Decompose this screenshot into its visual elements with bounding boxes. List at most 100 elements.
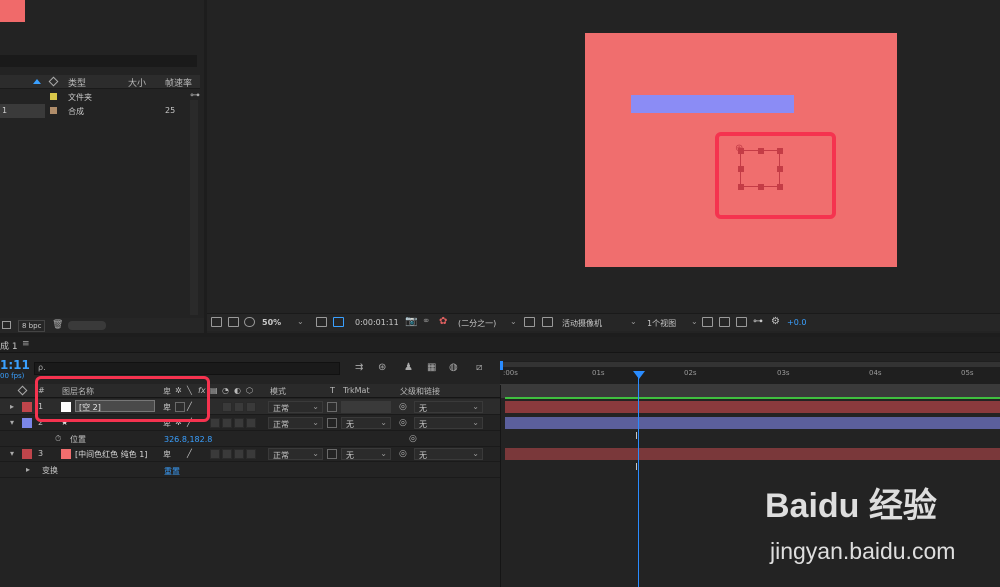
track-matte-select[interactable]: 无 ⌄ [341,448,391,460]
comp-settings-icon[interactable] [2,321,11,329]
monitor-icon[interactable] [228,317,239,327]
chevron-down-icon[interactable]: ⌄ [691,317,698,326]
views-select[interactable]: 1个视图 [647,318,676,329]
camera-select[interactable]: 活动摄像机 [562,318,602,329]
layer-bar-1[interactable] [505,401,1000,413]
zoom-select[interactable]: 50% [262,318,281,327]
track-matte-select[interactable] [341,401,391,413]
timeline-icon[interactable] [736,317,747,327]
parent-select[interactable]: 无 ⌄ [414,401,483,413]
transform-handle[interactable] [777,166,783,172]
parent-select[interactable]: 无 ⌄ [414,448,483,460]
preserve-transparency-checkbox[interactable] [327,402,337,412]
blend-mode-select[interactable]: 正常 ⌄ [268,417,323,429]
transform-handle[interactable] [738,166,744,172]
switch-box[interactable] [234,418,244,428]
fast-preview-icon[interactable] [719,317,730,327]
switch-box[interactable] [222,449,232,459]
property-row-position[interactable]: ⏱ 位置 326.8,182.8 ◎ [0,431,500,447]
reset-link[interactable]: 重置 [164,466,180,477]
transform-handle[interactable] [758,148,764,154]
switch-box[interactable] [234,449,244,459]
project-item-folder[interactable]: 文件夹 [0,90,190,104]
time-ruler[interactable]: :00s 01s 02s 03s 04s 05s [500,361,1000,385]
chevron-down-icon[interactable]: ⌄ [297,317,304,326]
draft-3d-icon[interactable]: ⊛ [378,362,386,373]
switch-box[interactable] [210,449,220,459]
column-trkmat[interactable]: TrkMat [343,386,370,395]
playhead-handle[interactable] [633,371,645,379]
preserve-transparency-checkbox[interactable] [327,418,337,428]
pick-whip-icon[interactable]: ◎ [399,449,407,459]
track-matte-select[interactable]: 无 ⌄ [341,417,391,429]
expand-arrow-icon[interactable]: ▾ [10,418,14,427]
fit-frame-icon[interactable] [316,317,327,327]
blue-shape-layer[interactable] [631,95,794,113]
switch-box[interactable] [222,402,232,412]
switch-box[interactable] [222,418,232,428]
parent-select[interactable]: 无 ⌄ [414,417,483,429]
pick-whip-icon[interactable]: ◎ [399,402,407,412]
label-color-swatch[interactable] [22,402,32,412]
resolution-select[interactable]: (二分之一) [458,318,496,329]
expand-arrow-icon[interactable]: ▸ [26,465,30,474]
project-item-comp[interactable]: 1 合成 25 [0,104,190,118]
always-preview-icon[interactable] [211,317,222,327]
transparency-grid-icon[interactable] [333,317,344,327]
column-parent[interactable]: 父级和链接 [400,386,440,397]
stopwatch-icon[interactable]: ⏱ [55,434,61,444]
toggle-pixel-aspect-icon[interactable] [702,317,713,327]
layer-row[interactable]: ▾ 3 [中间色红色 纯色 1] 卑 ╱ 正常 ⌄ 无 ⌄ ◎ 无 ⌄ [0,446,500,462]
timeline-timecode[interactable]: 1:11 [0,358,30,372]
null-object-bounds[interactable]: ⊕ [735,143,783,190]
transparency-toggle-icon[interactable] [542,317,553,327]
playhead-line[interactable] [638,373,639,587]
hide-shy-icon[interactable]: ♟ [404,362,413,373]
timeline-tab[interactable]: 成 1 [0,339,18,352]
camera-snapshot-icon[interactable]: 📷 [405,316,417,327]
switch-box[interactable] [234,402,244,412]
expand-arrow-icon[interactable]: ▾ [10,449,14,458]
blend-mode-select[interactable]: 正常 ⌄ [268,448,323,460]
timeline-search-input[interactable]: ρ. [34,362,340,375]
show-snapshot-icon[interactable]: ⚭ [422,316,430,327]
shy-switch-icon[interactable]: 卑 [163,449,171,460]
label-color-swatch[interactable] [22,418,32,428]
position-value[interactable]: 326.8,182.8 [164,435,212,444]
label-color-swatch[interactable] [22,449,32,459]
trash-icon[interactable]: 🗑 [52,320,63,330]
time-navigator[interactable] [503,362,1000,367]
composition-mini-flowchart-icon[interactable]: ⇉ [355,362,363,373]
switch-box[interactable] [246,449,256,459]
exposure-value[interactable]: +0.0 [787,318,806,327]
anchor-point-icon[interactable]: ⊕ [735,143,743,154]
transform-handle[interactable] [777,148,783,154]
sort-arrow-icon[interactable] [33,79,41,84]
column-mode[interactable]: 模式 [270,386,286,397]
property-group-transform[interactable]: ▸ 变换 重置 [0,462,500,478]
column-fps[interactable]: 帧速率 [165,76,192,89]
chevron-down-icon[interactable]: ⌄ [510,317,517,326]
tab-menu-icon[interactable]: ≡ [22,339,30,349]
switch-box[interactable] [246,418,256,428]
region-of-interest-icon[interactable] [524,317,535,327]
expand-arrow-icon[interactable]: ▸ [10,402,14,411]
color-channels-icon[interactable]: ✿ [439,316,447,327]
bpc-button[interactable]: 8 bpc [18,320,46,332]
pick-whip-icon[interactable]: ◎ [409,434,417,444]
chevron-down-icon[interactable]: ⌄ [630,317,637,326]
layer-name[interactable]: [中间色红色 纯色 1] [75,449,147,460]
project-h-scrollbar[interactable] [68,321,106,330]
switch-box[interactable] [210,418,220,428]
blend-mode-select[interactable]: 正常 ⌄ [268,401,323,413]
preserve-transparency-checkbox[interactable] [327,449,337,459]
exposure-reset-icon[interactable]: ⚙ [771,316,780,327]
quality-switch-icon[interactable]: ╱ [187,449,192,458]
flowchart-icon[interactable]: ⊶ [753,316,763,327]
motion-blur-icon[interactable]: ◍ [449,362,458,373]
pick-whip-icon[interactable]: ◎ [399,418,407,428]
vr-goggles-icon[interactable] [244,317,255,327]
graph-editor-icon[interactable]: ⧄ [476,362,482,373]
project-scrollbar[interactable] [190,100,198,315]
transform-handle[interactable] [758,184,764,190]
